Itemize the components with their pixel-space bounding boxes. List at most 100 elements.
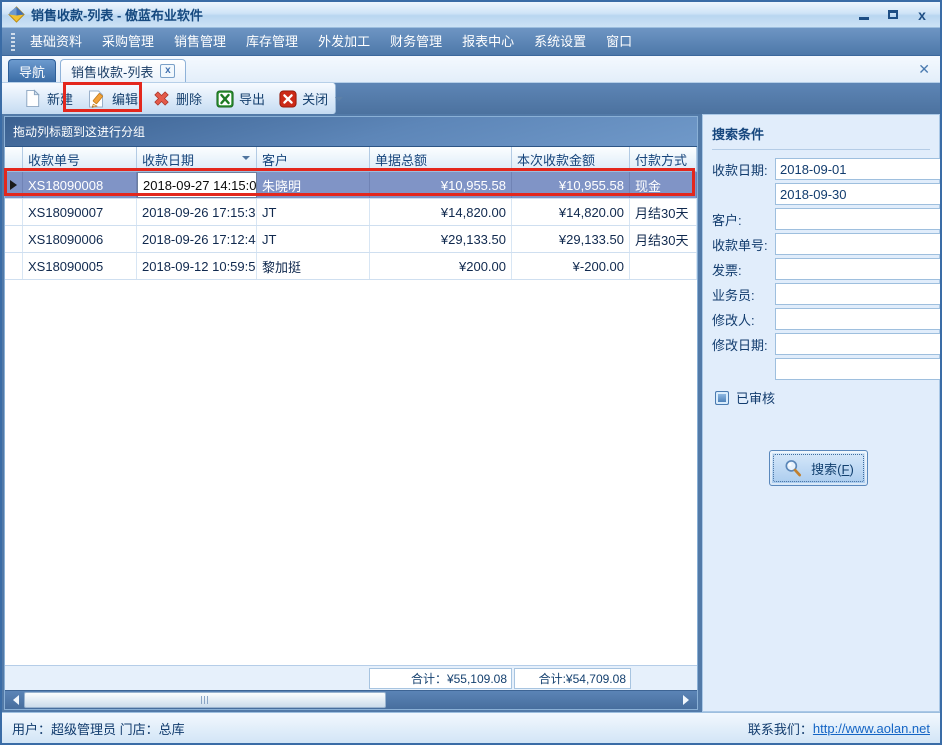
- menu-finance[interactable]: 财务管理: [380, 28, 452, 55]
- receipt-no-field[interactable]: [775, 233, 940, 255]
- modifier-select[interactable]: [775, 308, 940, 330]
- app-logo-icon: [8, 6, 25, 23]
- modify-date-from-input[interactable]: [776, 334, 940, 354]
- tab-navigation-label: 导航: [19, 64, 46, 80]
- cell-customer: 黎加挺: [257, 253, 370, 279]
- cell-total: ¥10,955.58: [370, 172, 512, 198]
- maximize-button[interactable]: [881, 6, 905, 24]
- export-button[interactable]: 导出: [209, 86, 272, 111]
- row-indicator: [5, 253, 23, 279]
- table-row[interactable]: XS18090007 2018-09-26 17:15:32 JT ¥14,82…: [5, 199, 697, 226]
- scroll-left-button[interactable]: [5, 691, 22, 709]
- receipt-date-from-select[interactable]: [775, 158, 940, 180]
- close-dropdown-icon[interactable]: [335, 96, 344, 105]
- delete-x-icon: [154, 91, 169, 106]
- column-header-received[interactable]: 本次收款金额: [512, 147, 630, 171]
- sort-desc-icon: [242, 156, 250, 164]
- cell-receipt-no: XS18090006: [23, 226, 137, 252]
- cell-customer: JT: [257, 226, 370, 252]
- edit-button[interactable]: 编辑: [80, 86, 145, 112]
- receipt-date-from-input[interactable]: [776, 159, 940, 179]
- menu-outsourcing[interactable]: 外发加工: [308, 28, 380, 55]
- modifier-input[interactable]: [776, 309, 940, 329]
- audited-checkbox[interactable]: [715, 390, 729, 405]
- cell-received: ¥-200.00: [512, 253, 630, 279]
- invoice-input[interactable]: [776, 259, 940, 279]
- cell-date: 2018-09-27 14:15:04: [137, 172, 257, 198]
- menu-sales[interactable]: 销售管理: [164, 28, 236, 55]
- export-button-label: 导出: [239, 92, 266, 107]
- group-by-band[interactable]: 拖动列标题到这进行分组: [5, 117, 697, 147]
- row-indicator: [5, 172, 23, 198]
- received-sum-box: 合计:¥54,709.08: [514, 668, 631, 689]
- cell-receipt-no: XS18090005: [23, 253, 137, 279]
- close-tab-button[interactable]: 关闭: [272, 86, 335, 111]
- edit-pencil-icon: [89, 90, 104, 108]
- scrollbar-track[interactable]: [22, 691, 680, 709]
- tabstrip-close-icon[interactable]: ✕: [918, 62, 930, 76]
- table-row-selected[interactable]: XS18090008 2018-09-27 14:15:04 朱晓明 ¥10,9…: [5, 172, 697, 199]
- receipt-date-to-select[interactable]: [775, 183, 940, 205]
- cell-received: ¥14,820.00: [512, 199, 630, 225]
- cell-total: ¥29,133.50: [370, 226, 512, 252]
- table-row[interactable]: XS18090006 2018-09-26 17:12:44 JT ¥29,13…: [5, 226, 697, 253]
- user-store-status: 用户：超级管理员 门店：总库: [12, 721, 185, 737]
- table-row[interactable]: XS18090005 2018-09-12 10:59:51 黎加挺 ¥200.…: [5, 253, 697, 280]
- field-label-modifier: 修改人:: [712, 312, 755, 328]
- tab-strip: 导航 销售收款-列表 x ✕: [2, 56, 940, 83]
- arrow-right-icon: [683, 695, 694, 705]
- cell-customer: 朱晓明: [257, 172, 370, 198]
- column-header-total[interactable]: 单据总额: [370, 147, 512, 171]
- salesman-select[interactable]: [775, 283, 940, 305]
- search-button[interactable]: 搜索(F): [769, 450, 868, 486]
- menu-inventory[interactable]: 库存管理: [236, 28, 308, 55]
- title-bar: 销售收款-列表 - 傲蓝布业软件 x: [2, 2, 940, 28]
- menu-base-data[interactable]: 基础资料: [20, 28, 92, 55]
- column-header-date-label: 收款日期: [142, 152, 195, 168]
- scrollbar-thumb[interactable]: [24, 692, 386, 708]
- website-link[interactable]: http://www.aolan.net: [813, 721, 930, 736]
- tab-close-icon[interactable]: x: [160, 64, 176, 78]
- menu-reports[interactable]: 报表中心: [452, 28, 524, 55]
- column-header-date[interactable]: 收款日期: [137, 147, 257, 171]
- menu-purchase[interactable]: 采购管理: [92, 28, 164, 55]
- row-indicator: [5, 199, 23, 225]
- new-button[interactable]: 新建: [16, 86, 80, 111]
- customer-input[interactable]: [776, 209, 940, 229]
- modify-date-from-select[interactable]: [775, 333, 940, 355]
- close-window-button[interactable]: x: [910, 6, 934, 24]
- receipt-no-input[interactable]: [776, 234, 940, 254]
- search-panel-title: 搜索条件: [712, 121, 930, 150]
- menu-window[interactable]: 窗口: [596, 28, 642, 55]
- salesman-input[interactable]: [776, 284, 940, 304]
- cell-payment: 月结30天: [630, 226, 697, 252]
- menu-settings[interactable]: 系统设置: [524, 28, 596, 55]
- grid-empty-area: [5, 280, 697, 665]
- cell-received: ¥10,955.58: [512, 172, 630, 198]
- tab-navigation[interactable]: 导航: [8, 59, 57, 82]
- total-sum-box: 合计：¥55,109.08: [369, 668, 512, 689]
- delete-button[interactable]: 删除: [145, 86, 209, 111]
- column-header-customer[interactable]: 客户: [257, 147, 370, 171]
- cell-date: 2018-09-26 17:12:44: [137, 226, 257, 252]
- minimize-button[interactable]: [852, 6, 876, 24]
- window-title: 销售收款-列表 - 傲蓝布业软件: [31, 8, 203, 23]
- customer-select[interactable]: [775, 208, 940, 230]
- scroll-right-button[interactable]: [680, 691, 697, 709]
- field-label-invoice: 发票:: [712, 262, 742, 278]
- cell-receipt-no: XS18090007: [23, 199, 137, 225]
- cell-payment: 现金: [630, 172, 697, 198]
- group-by-hint: 拖动列标题到这进行分组: [13, 125, 146, 139]
- receipt-grid-panel: 拖动列标题到这进行分组 收款单号 收款日期 客户 单据总额 本次收款金额 付款方…: [4, 116, 698, 710]
- column-header-receipt-no[interactable]: 收款单号: [23, 147, 137, 171]
- horizontal-scrollbar[interactable]: [5, 690, 697, 709]
- cell-total: ¥200.00: [370, 253, 512, 279]
- toolbar-row: 新建 编辑 删除 导出 关闭: [2, 83, 940, 114]
- modify-date-to-input[interactable]: [776, 359, 940, 379]
- modify-date-to-select[interactable]: [775, 358, 940, 380]
- column-header-payment[interactable]: 付款方式: [630, 147, 697, 171]
- invoice-field[interactable]: [775, 258, 940, 280]
- tab-sales-receipt-list[interactable]: 销售收款-列表 x: [60, 59, 187, 82]
- receipt-date-to-input[interactable]: [776, 184, 940, 204]
- cell-payment: 月结30天: [630, 199, 697, 225]
